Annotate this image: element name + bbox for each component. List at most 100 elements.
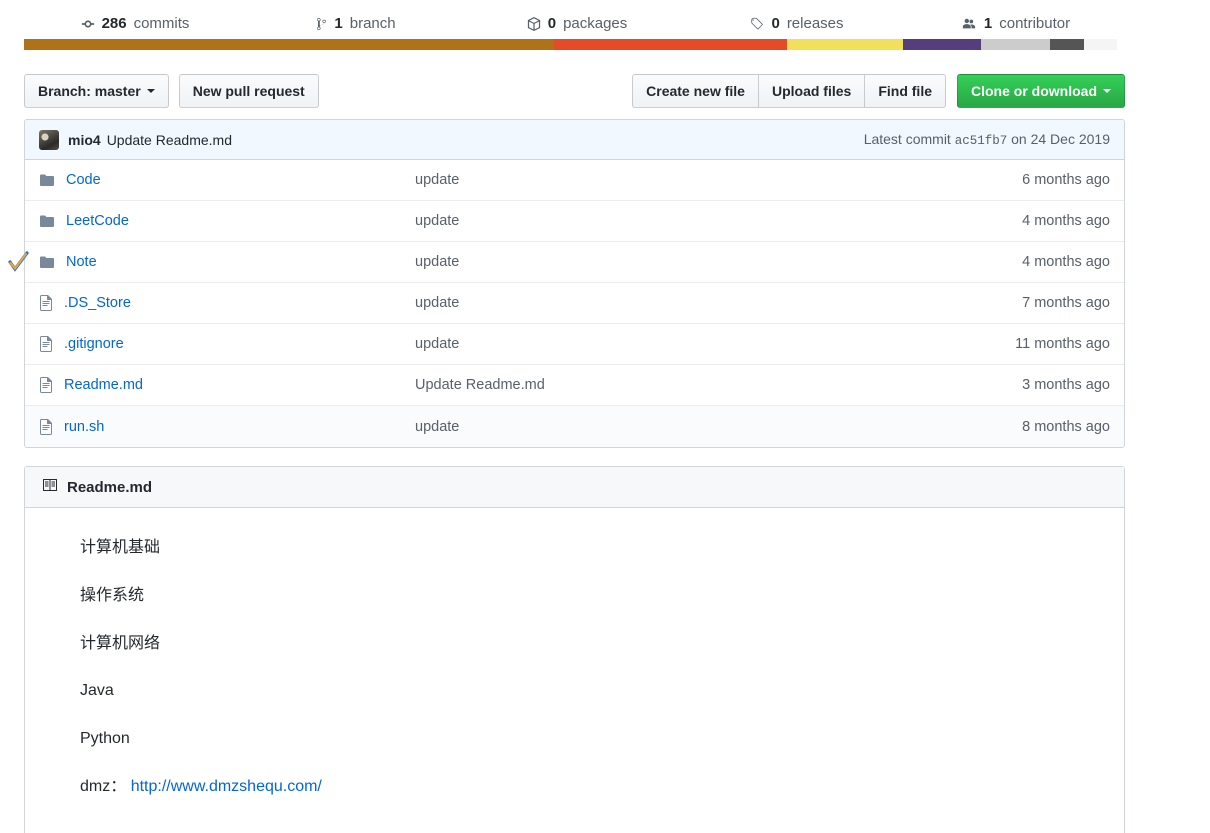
file-commit-time: 7 months ago: [1022, 295, 1110, 311]
file-commit-message[interactable]: update: [415, 336, 1015, 352]
stat-releases-label: releases: [786, 15, 844, 32]
file-name-cell: Code: [39, 172, 415, 188]
file-icon: [39, 418, 53, 435]
file-list-box: mio4 Update Readme.md Latest commit ac51…: [24, 119, 1125, 448]
file-name-link[interactable]: .gitignore: [64, 336, 124, 352]
file-name-link[interactable]: LeetCode: [66, 213, 129, 229]
commit-date: 24 Dec 2019: [1030, 131, 1110, 147]
folder-icon: [39, 213, 55, 229]
file-name-link[interactable]: Note: [66, 254, 97, 270]
table-row: Note update 4 months ago: [25, 242, 1124, 283]
commit-message[interactable]: Update Readme.md: [107, 132, 232, 148]
file-commit-time: 6 months ago: [1022, 172, 1110, 188]
toolbar-left-group: Branch: master New pull request: [24, 74, 319, 108]
readme-external-link[interactable]: http://www.dmzshequ.com/: [131, 778, 322, 795]
language-segment: [786, 39, 903, 50]
file-name-link[interactable]: run.sh: [64, 419, 104, 435]
avatar: [39, 129, 59, 150]
file-commit-time: 4 months ago: [1022, 254, 1110, 270]
clone-or-download-label: Clone or download: [971, 83, 1097, 99]
readme-link-line: dmz： http://www.dmzshequ.com/: [80, 777, 1069, 798]
readme-line: Java: [80, 682, 114, 700]
clone-or-download-button[interactable]: Clone or download: [957, 74, 1125, 108]
stat-packages-value: 0: [547, 15, 557, 32]
stat-commits-label: commits: [133, 15, 190, 32]
stat-branches-value: 1: [334, 15, 343, 32]
table-row: .DS_Store update 7 months ago: [25, 283, 1124, 324]
readme-line: Python: [80, 730, 130, 748]
table-row: Code update 6 months ago: [25, 160, 1124, 201]
find-file-button[interactable]: Find file: [864, 74, 946, 108]
create-new-file-button[interactable]: Create new file: [632, 74, 758, 108]
toolbar-right-group: Create new file Upload files Find file C…: [632, 74, 1125, 108]
latest-commit-meta: Latest commit ac51fb7 on 24 Dec 2019: [864, 131, 1110, 148]
file-name-cell: .gitignore: [39, 336, 415, 352]
stat-releases-value: 0: [771, 15, 780, 32]
language-segment: [1084, 39, 1117, 50]
file-rows: Code update 6 months ago LeetCode update 4 mo…: [25, 160, 1124, 447]
file-commit-message[interactable]: update: [415, 254, 1022, 270]
file-icon: [39, 336, 53, 352]
package-icon: [527, 16, 541, 31]
file-icon: [39, 377, 53, 393]
language-color-bar: [24, 39, 1117, 50]
stat-commits-value: 286: [101, 15, 127, 32]
file-name-link[interactable]: Readme.md: [64, 377, 143, 393]
file-commit-message[interactable]: update: [415, 419, 1022, 435]
file-commit-message[interactable]: update: [415, 295, 1022, 311]
latest-commit-label: Latest commit: [863, 131, 951, 147]
commit-date-prefix: on: [1011, 131, 1027, 147]
branch-select-button[interactable]: Branch: master: [24, 74, 169, 108]
people-icon: [961, 17, 977, 31]
stat-contributors-label: contributor: [999, 15, 1071, 32]
readme-link-prefix: dmz：: [80, 777, 127, 795]
commit-sha[interactable]: ac51fb7: [955, 134, 1008, 148]
upload-files-button[interactable]: Upload files: [757, 74, 865, 108]
readme-header: Readme.md: [25, 467, 1124, 508]
branch-select-label: Branch: master: [38, 83, 141, 99]
tag-icon: [750, 17, 764, 31]
stat-contributors-value: 1: [983, 15, 993, 32]
file-commit-time: 8 months ago: [1022, 418, 1110, 435]
stat-branches-label: branch: [349, 15, 396, 32]
language-segment: [981, 39, 1051, 50]
commit-icon: [81, 17, 95, 31]
commit-author[interactable]: mio4: [68, 132, 101, 148]
readme-line: 操作系统: [80, 586, 145, 604]
language-segment: [24, 39, 555, 50]
file-commit-message[interactable]: update: [415, 172, 1022, 188]
language-segment: [554, 39, 787, 50]
readme-line: 计算机网络: [80, 634, 161, 652]
file-name-cell: Note: [39, 254, 415, 270]
file-commit-message[interactable]: update: [415, 213, 1022, 229]
file-name-cell: run.sh: [39, 418, 415, 435]
readme-title: Readme.md: [67, 478, 153, 496]
file-commit-time: 3 months ago: [1022, 377, 1110, 393]
new-pull-request-button[interactable]: New pull request: [178, 74, 319, 108]
readme-content: 计算机基础操作系统计算机网络 Java Python dmz： http://www.…: [25, 508, 1124, 828]
language-segment: [902, 39, 982, 50]
table-row: LeetCode update 4 months ago: [25, 201, 1124, 242]
file-name-cell: LeetCode: [39, 213, 415, 229]
file-name-link[interactable]: .DS_Store: [64, 295, 131, 311]
file-commit-time: 11 months ago: [1015, 336, 1110, 352]
repository-toolbar: Branch: master New pull request Create n…: [24, 74, 1125, 108]
language-segment: [1050, 39, 1085, 50]
stat-packages-label: packages: [563, 15, 628, 32]
latest-commit-row: mio4 Update Readme.md Latest commit ac51…: [25, 120, 1124, 160]
file-name-link[interactable]: Code: [66, 172, 101, 188]
file-commit-time: 4 months ago: [1022, 213, 1110, 229]
repository-page: 286 commits 1 branch 0 packages 0 releas…: [0, 0, 1210, 833]
chevron-down-icon: [146, 89, 155, 93]
file-actions-group: Create new file Upload files Find file: [632, 74, 946, 108]
chevron-down-icon: [1103, 89, 1111, 93]
table-row: Readme.md Update Readme.md 3 months ago: [25, 365, 1124, 406]
book-icon: [42, 477, 58, 497]
folder-icon: [39, 254, 55, 270]
file-commit-message[interactable]: Update Readme.md: [415, 377, 1022, 393]
table-row: .gitignore update 11 months ago: [25, 324, 1124, 365]
file-icon: [39, 295, 53, 311]
readme-line: 计算机基础: [80, 539, 161, 556]
file-name-cell: Readme.md: [39, 377, 415, 393]
table-row: run.sh update 8 months ago: [25, 406, 1124, 447]
